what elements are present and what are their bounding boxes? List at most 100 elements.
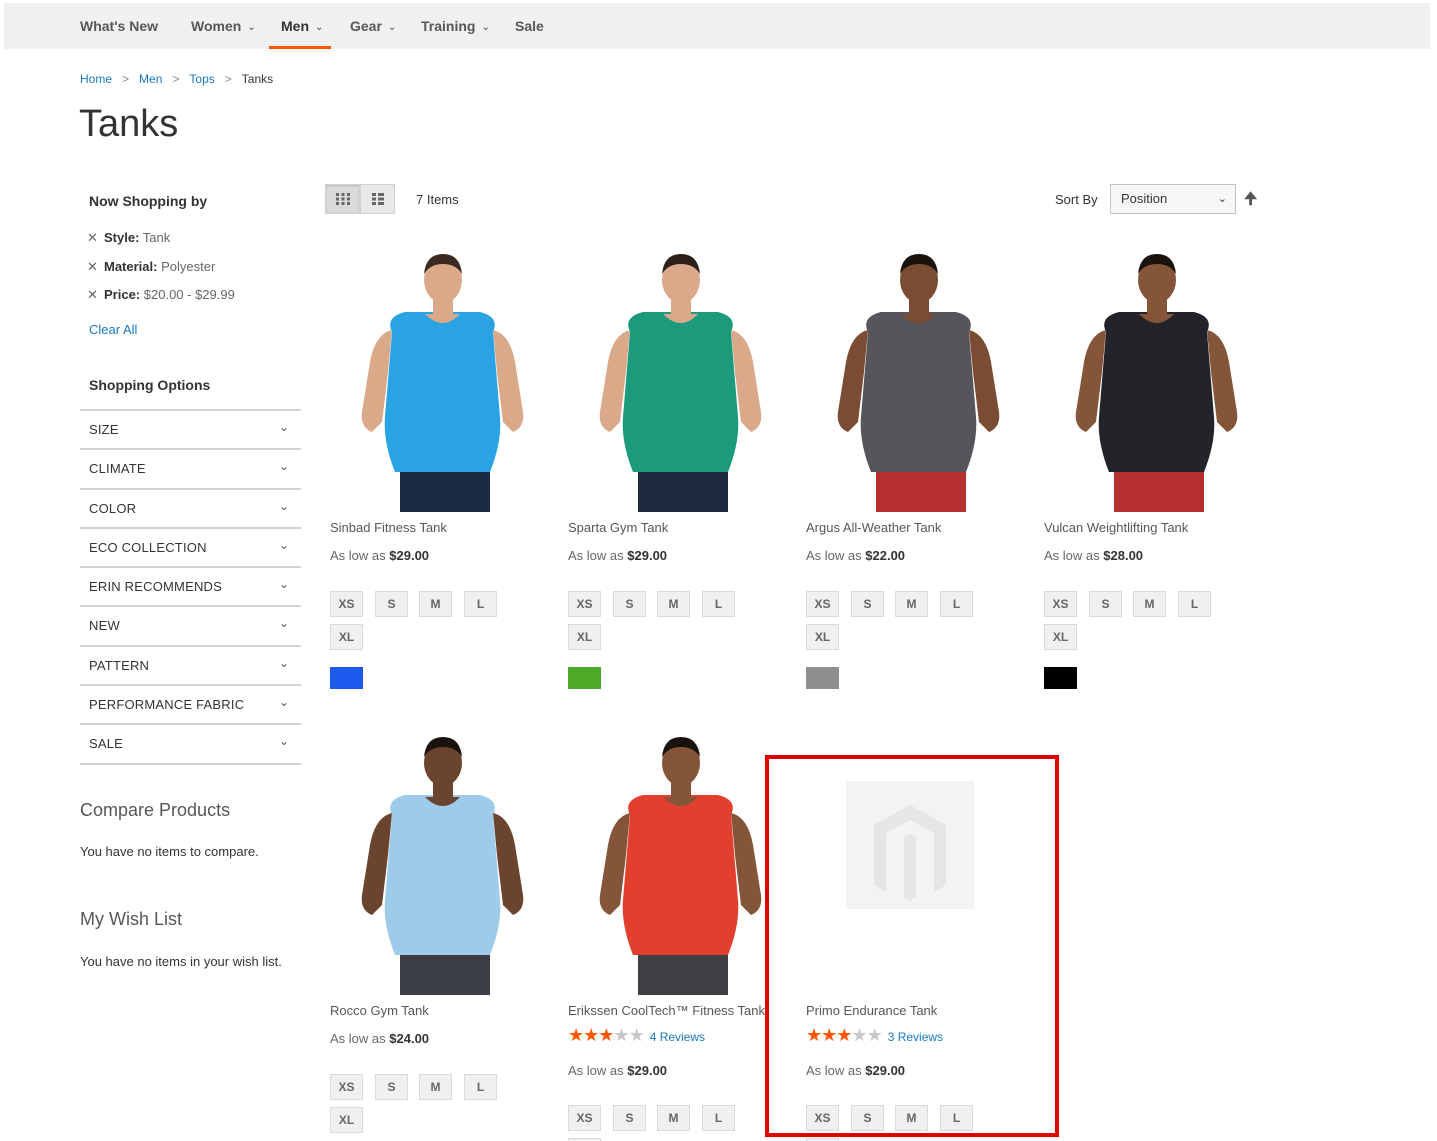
size-swatch-m[interactable]: M — [895, 1105, 928, 1131]
breadcrumb-home[interactable]: Home — [80, 72, 112, 86]
size-swatch-xl[interactable]: XL — [568, 624, 601, 650]
product-image[interactable] — [330, 242, 555, 512]
remove-filter-icon[interactable]: ✕ — [87, 287, 99, 303]
grid-view-button[interactable] — [325, 184, 360, 214]
star-icon: ★ — [628, 1025, 645, 1045]
size-swatch-l[interactable]: L — [464, 591, 497, 617]
breadcrumb-men[interactable]: Men — [139, 72, 162, 86]
size-swatch-xl[interactable]: XL — [330, 1107, 363, 1133]
size-swatch-xs[interactable]: XS — [568, 591, 601, 617]
size-swatch-xs[interactable]: XS — [1044, 591, 1077, 617]
size-swatch-xl[interactable]: XL — [806, 624, 839, 650]
size-swatch-m[interactable]: M — [657, 1105, 690, 1131]
product-name[interactable]: Primo Endurance Tank — [806, 1003, 937, 1018]
filter-option-label: SIZE — [89, 422, 119, 437]
size-swatch-s[interactable]: S — [613, 1105, 646, 1131]
size-swatch-m[interactable]: M — [1133, 591, 1166, 617]
star-icon: ★ — [598, 1025, 614, 1045]
size-swatch-l[interactable]: L — [940, 1105, 973, 1131]
size-swatch-s[interactable]: S — [375, 591, 408, 617]
product-price: As low as $29.00 — [806, 1063, 905, 1078]
size-swatch-s[interactable]: S — [851, 591, 884, 617]
chevron-down-icon: ⌄ — [278, 734, 289, 749]
top-navigation: What's New Women ⌄ Men ⌄ Gear ⌄ Training ⌄ S… — [4, 3, 1430, 49]
size-swatch-xl[interactable]: XL — [330, 624, 363, 650]
size-swatch-m[interactable]: M — [419, 1074, 452, 1100]
filter-label: Price: — [104, 287, 141, 302]
filter-option-erin-recommends[interactable]: ERIN RECOMMENDS ⌄ — [80, 568, 301, 608]
placeholder-image[interactable] — [806, 725, 1031, 995]
nav-item-label: Women — [191, 18, 242, 34]
product-name[interactable]: Sinbad Fitness Tank — [330, 520, 447, 535]
size-swatch-l[interactable]: L — [1178, 591, 1211, 617]
active-filter-price: ✕ Price: $20.00 - $29.99 — [87, 287, 302, 316]
size-swatch-l[interactable]: L — [464, 1074, 497, 1100]
product-image[interactable] — [806, 242, 1031, 512]
remove-filter-icon[interactable]: ✕ — [87, 259, 99, 275]
size-swatch-xs[interactable]: XS — [806, 591, 839, 617]
clear-all-link[interactable]: Clear All — [89, 322, 137, 337]
size-swatch-s[interactable]: S — [851, 1105, 884, 1131]
product-price: As low as $29.00 — [568, 1063, 667, 1078]
color-swatch[interactable] — [330, 667, 363, 689]
star-icon: ★ — [583, 1025, 599, 1045]
reviews-link[interactable]: 4 Reviews — [650, 1030, 705, 1044]
size-swatch-xl[interactable]: XL — [1044, 624, 1077, 650]
product-name[interactable]: Sparta Gym Tank — [568, 520, 668, 535]
size-swatch-m[interactable]: M — [419, 591, 452, 617]
filter-option-sale[interactable]: SALE ⌄ — [80, 725, 301, 765]
chevron-down-icon: ⌄ — [278, 577, 289, 592]
nav-item-men[interactable]: Men ⌄ — [268, 3, 332, 49]
color-swatch[interactable] — [1044, 667, 1077, 689]
size-swatch-s[interactable]: S — [1089, 591, 1122, 617]
size-swatch-s[interactable]: S — [613, 591, 646, 617]
size-swatch-xs[interactable]: XS — [806, 1105, 839, 1131]
size-swatch-l[interactable]: L — [702, 591, 735, 617]
size-swatch-xs[interactable]: XS — [568, 1105, 601, 1131]
reviews-link[interactable]: 3 Reviews — [888, 1030, 943, 1044]
filter-option-color[interactable]: COLOR ⌄ — [80, 490, 301, 529]
nav-item-label: What's New — [80, 18, 159, 34]
chevron-down-icon: ⌄ — [278, 655, 289, 670]
filter-option-climate[interactable]: CLIMATE ⌄ — [80, 450, 301, 490]
filter-option-new[interactable]: NEW ⌄ — [80, 607, 301, 647]
product-name[interactable]: Argus All-Weather Tank — [806, 520, 941, 535]
product-name[interactable]: Rocco Gym Tank — [330, 1003, 429, 1018]
size-swatch-l[interactable]: L — [940, 591, 973, 617]
product-name[interactable]: Erikssen CoolTech™ Fitness Tank — [568, 1003, 765, 1018]
filter-option-label: NEW — [89, 618, 120, 634]
filter-option-performance-fabric[interactable]: PERFORMANCE FABRIC ⌄ — [80, 686, 301, 726]
nav-item-women[interactable]: Women ⌄ — [191, 3, 256, 49]
size-swatch-m[interactable]: M — [895, 591, 928, 617]
product-image[interactable] — [1044, 242, 1269, 512]
filter-option-pattern[interactable]: PATTERN ⌄ — [80, 647, 301, 687]
list-view-button[interactable] — [360, 184, 395, 214]
breadcrumb-tops[interactable]: Tops — [189, 72, 214, 86]
arrow-up-icon[interactable]: 🠉 — [1244, 188, 1257, 215]
chevron-down-icon: ⌄ — [278, 420, 289, 434]
size-swatch-xs[interactable]: XS — [330, 1074, 363, 1100]
size-swatch-l[interactable]: L — [702, 1105, 735, 1131]
size-swatch-xs[interactable]: XS — [330, 591, 363, 617]
sort-by-select[interactable]: Position ⌄ — [1110, 184, 1236, 214]
nav-item-training[interactable]: Training ⌄ — [421, 3, 490, 49]
nav-item-gear[interactable]: Gear ⌄ — [350, 3, 396, 49]
filter-option-eco-collection[interactable]: ECO COLLECTION ⌄ — [80, 529, 301, 569]
color-swatch[interactable] — [568, 667, 601, 689]
product-image[interactable] — [568, 242, 793, 512]
filter-option-label: PERFORMANCE FABRIC — [89, 697, 245, 713]
wish-list-title: My Wish List — [80, 909, 183, 929]
remove-filter-icon[interactable]: ✕ — [87, 230, 99, 246]
nav-item-sale[interactable]: Sale — [515, 3, 544, 49]
size-swatch-m[interactable]: M — [657, 591, 690, 617]
color-swatch[interactable] — [806, 667, 839, 689]
filter-option-size[interactable]: SIZE ⌄ — [80, 411, 301, 451]
product-name[interactable]: Vulcan Weightlifting Tank — [1044, 520, 1188, 535]
star-icon: ★ — [568, 1025, 584, 1045]
product-image[interactable] — [568, 725, 793, 995]
product-card: Sinbad Fitness Tank As low as $29.00 XS S M L… — [330, 242, 555, 689]
nav-item-whats-new[interactable]: What's New — [80, 3, 158, 49]
product-image[interactable] — [330, 725, 555, 995]
filter-value: $20.00 - $29.99 — [143, 287, 235, 302]
size-swatch-s[interactable]: S — [375, 1074, 408, 1100]
